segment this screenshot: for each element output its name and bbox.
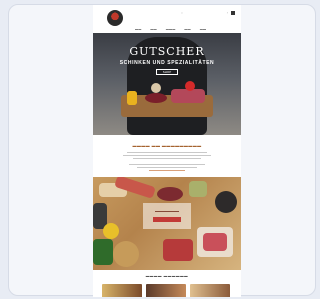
hero-subtitle: SCHINKEN UND SPEZIALITÄTEN — [119, 60, 215, 66]
hero-shop-button[interactable]: SHOP — [156, 69, 178, 75]
product-thumbnail[interactable] — [146, 284, 186, 297]
nav-item[interactable]: ▬▬ — [184, 27, 190, 31]
nav-item[interactable]: ▬▬ — [135, 27, 141, 31]
search-icon[interactable]: ○ — [181, 11, 183, 15]
intro-text-line — [137, 167, 197, 168]
hero-food-item — [127, 91, 137, 105]
hero-banner: GUTSCHER SCHINKEN UND SPEZIALITÄTEN SHOP — [93, 33, 241, 135]
cart-link[interactable]: ◔ — [226, 11, 235, 15]
site-header: ○ ◔ ▬▬ ▬▬ ▬▬▬ ▬▬ ▬▬ — [93, 5, 241, 33]
website-screenshot: ○ ◔ ▬▬ ▬▬ ▬▬▬ ▬▬ ▬▬ GUTSCHER SCHINKEN UN… — [93, 5, 241, 297]
food-item — [103, 223, 119, 239]
promo-overlay — [143, 203, 191, 229]
intro-link-line[interactable] — [149, 170, 185, 171]
nav-item[interactable]: ▬▬ — [150, 27, 156, 31]
food-item — [157, 187, 183, 201]
food-item — [163, 239, 193, 261]
promo-text: ▬▬▬▬▬▬▬▬ — [155, 209, 179, 213]
intro-section: ▬▬▬▬ ▬▬ ▬▬▬▬▬▬▬▬▬ — [93, 139, 241, 179]
intro-text-line — [133, 158, 201, 159]
product-thumbnail[interactable] — [190, 284, 230, 297]
intro-text-line — [127, 152, 207, 153]
cart-icon[interactable] — [231, 11, 235, 15]
food-item — [189, 181, 207, 197]
nav-item[interactable]: ▬▬ — [200, 27, 206, 31]
bestseller-section: ▬▬▬▬ ▬▬▬▬▬▬ — [93, 270, 241, 297]
intro-text-line — [129, 164, 205, 165]
hero-food-item — [151, 83, 161, 93]
intro-heading: ▬▬▬▬ ▬▬ ▬▬▬▬▬▬▬▬▬ — [132, 143, 202, 148]
food-item — [203, 233, 227, 251]
main-nav: ▬▬ ▬▬ ▬▬▬ ▬▬ ▬▬ — [135, 27, 206, 31]
hero-food-item — [185, 81, 195, 91]
charcuterie-image: ▬▬▬▬▬▬▬▬ — [93, 177, 241, 270]
food-item — [93, 239, 113, 265]
hero-food-item — [171, 89, 205, 103]
brand-logo[interactable] — [107, 10, 123, 26]
hero-title: GUTSCHER — [129, 45, 205, 58]
food-item — [215, 191, 237, 213]
product-thumbnail[interactable] — [102, 284, 142, 297]
intro-text-line — [123, 155, 211, 156]
promo-button[interactable] — [153, 217, 181, 222]
product-thumbnails — [102, 284, 230, 297]
nav-item[interactable]: ▬▬▬ — [166, 27, 176, 31]
hero-food-item — [145, 93, 167, 103]
food-item — [113, 241, 139, 267]
section-heading: ▬▬▬▬ ▬▬▬▬▬▬ — [145, 274, 189, 278]
account-icon[interactable]: ◔ — [226, 11, 228, 15]
